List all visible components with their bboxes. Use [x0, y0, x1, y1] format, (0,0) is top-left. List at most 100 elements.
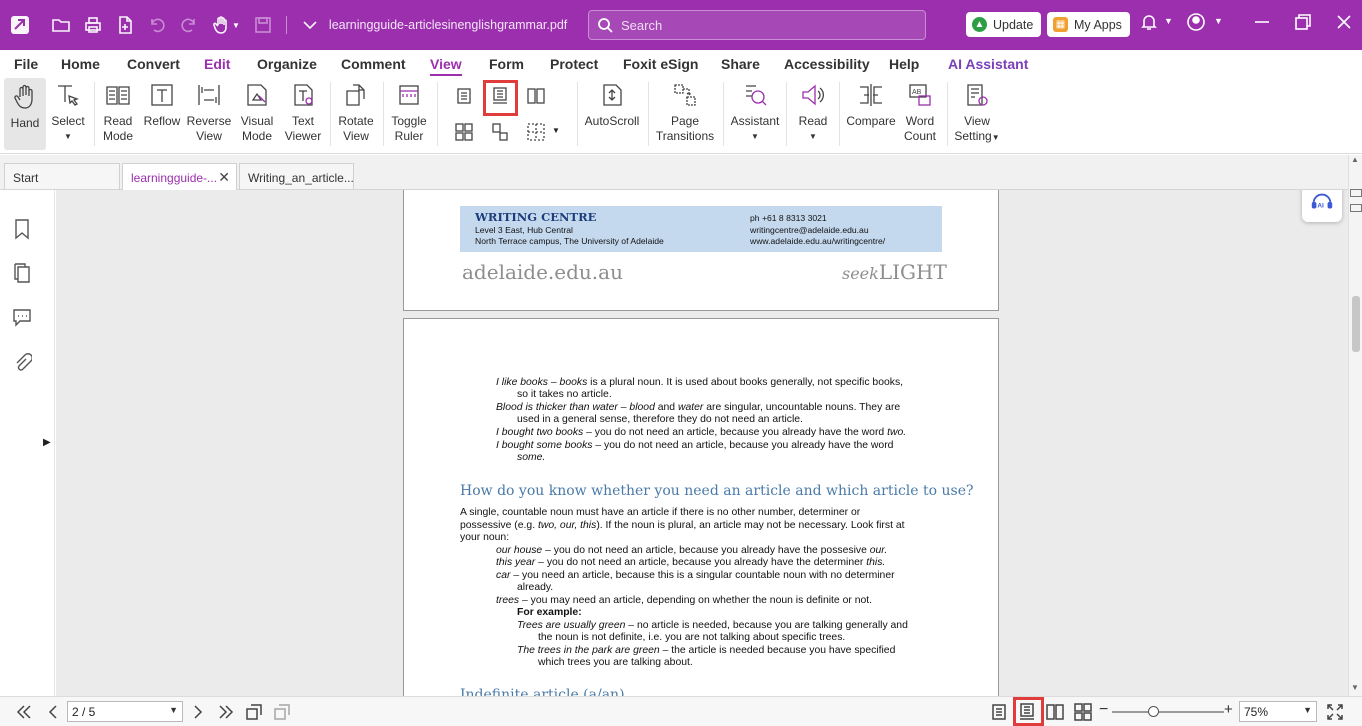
rotate-view-button[interactable]: Rotate View: [335, 76, 377, 144]
next-page-icon[interactable]: [189, 703, 207, 721]
two-page-continuous-icon[interactable]: [455, 123, 475, 143]
comments-icon[interactable]: [12, 306, 32, 328]
menu-comment[interactable]: Comment: [341, 56, 406, 76]
read-mode-button[interactable]: Read Mode: [100, 76, 136, 144]
panel-toggle-icon[interactable]: [1350, 189, 1362, 197]
attachment-icon[interactable]: [12, 352, 33, 374]
tab-start[interactable]: Start: [4, 163, 120, 189]
reverse-view-button[interactable]: Reverse View: [187, 76, 231, 144]
print-icon[interactable]: [84, 16, 102, 34]
ribbon-separator: [786, 82, 787, 146]
bookmark-icon[interactable]: [12, 218, 32, 240]
tab-learningguide[interactable]: learningguide-... ✕: [122, 163, 237, 191]
menu-help[interactable]: Help: [889, 56, 919, 76]
menu-home[interactable]: Home: [61, 56, 100, 76]
expand-panel-arrow-icon[interactable]: ▶: [43, 437, 51, 448]
search-box[interactable]: Search: [588, 10, 926, 40]
scroll-up-arrow-icon[interactable]: ▲: [1351, 155, 1359, 164]
zoom-level-select[interactable]: 75% ▼: [1239, 701, 1317, 722]
menu-foxit-esign[interactable]: Foxit eSign: [623, 56, 698, 76]
zoom-in-icon[interactable]: +: [1224, 701, 1233, 718]
redo-icon[interactable]: [180, 16, 198, 34]
hand-tool-button[interactable]: Hand: [4, 78, 46, 150]
continuous-facing-status-icon[interactable]: [1074, 703, 1092, 721]
select-tool-button[interactable]: Select ▼: [50, 76, 86, 144]
split-view-caret[interactable]: ▼: [552, 126, 560, 135]
close-window-icon[interactable]: [1335, 13, 1357, 35]
zoom-slider-track[interactable]: [1112, 711, 1224, 713]
view-setting-button[interactable]: View Setting▼: [953, 76, 1001, 145]
next-view-icon[interactable]: [273, 703, 291, 721]
zoom-slider-thumb[interactable]: [1148, 706, 1159, 717]
close-tab-icon[interactable]: ✕: [218, 169, 230, 186]
read-aloud-button[interactable]: Read ▼: [793, 76, 833, 144]
fullscreen-icon[interactable]: [1326, 703, 1344, 721]
menu-form[interactable]: Form: [489, 56, 524, 76]
menu-share[interactable]: Share: [721, 56, 760, 76]
adelaide-domain: adelaide.edu.au: [462, 260, 623, 284]
menu-protect[interactable]: Protect: [550, 56, 598, 76]
facing-status-icon[interactable]: [1046, 703, 1064, 721]
zoom-dropdown-caret[interactable]: ▼: [1303, 705, 1312, 715]
example-line: I bought some books – you do not need an…: [496, 440, 894, 451]
first-page-icon[interactable]: [15, 703, 33, 721]
ai-assistant-float-button[interactable]: AI: [1302, 190, 1342, 222]
menu-edit[interactable]: Edit: [204, 56, 230, 76]
previous-page-icon[interactable]: [44, 703, 62, 721]
example-line: Trees are usually green – no article is …: [517, 620, 908, 631]
account-dropdown-caret[interactable]: ▼: [1214, 16, 1236, 38]
page-transitions-button[interactable]: Page Transitions: [653, 76, 717, 144]
scroll-thumb[interactable]: [1352, 296, 1360, 352]
panel-toggle-icon-2[interactable]: [1350, 204, 1362, 212]
single-page-icon[interactable]: [455, 87, 475, 107]
reflow-button[interactable]: Reflow: [142, 76, 182, 129]
visual-mode-button[interactable]: Visual Mode: [236, 76, 278, 144]
autoscroll-button[interactable]: AutoScroll: [583, 76, 641, 129]
two-page-icon[interactable]: [527, 87, 547, 107]
view-ribbon: Hand Select ▼ Read Mode Reflow Reverse V…: [0, 76, 1362, 154]
my-apps-button[interactable]: ▦ My Apps: [1047, 12, 1130, 37]
example-line: this year – you do not need an article, …: [496, 557, 886, 568]
read-mode-label-1: Read: [103, 114, 133, 128]
new-document-icon[interactable]: [116, 16, 134, 34]
restore-icon[interactable]: [1294, 13, 1316, 35]
split-view-icon[interactable]: [527, 123, 547, 143]
writing-centre-title: WRITING CENTRE: [475, 210, 597, 224]
pages-thumbnail-icon[interactable]: [12, 262, 32, 284]
bell-dropdown-caret[interactable]: ▼: [1164, 16, 1186, 38]
menu-ai-assistant[interactable]: AI Assistant: [948, 56, 1028, 76]
vertical-scrollbar[interactable]: ▲ ▼: [1348, 155, 1362, 696]
file-dropdown-icon[interactable]: [301, 16, 319, 34]
undo-icon[interactable]: [148, 16, 166, 34]
toggle-ruler-button[interactable]: Toggle Ruler: [388, 76, 430, 144]
scroll-down-arrow-icon[interactable]: ▼: [1351, 683, 1359, 692]
hand-dropdown-caret[interactable]: ▼: [232, 21, 240, 30]
zoom-out-icon[interactable]: −: [1099, 701, 1108, 719]
open-folder-icon[interactable]: [52, 16, 70, 34]
menu-file[interactable]: File: [14, 56, 38, 76]
menu-view[interactable]: View: [430, 56, 462, 76]
last-page-icon[interactable]: [217, 703, 235, 721]
notification-bell-icon[interactable]: [1140, 13, 1162, 35]
single-page-status-icon[interactable]: [990, 703, 1008, 721]
update-button[interactable]: ▲ Update: [966, 12, 1042, 37]
menu-convert[interactable]: Convert: [127, 56, 180, 76]
text-viewer-button[interactable]: Text Viewer: [283, 76, 323, 144]
tab-writing-article[interactable]: Writing_an_article...: [239, 163, 354, 189]
page-number-input[interactable]: 2 / 5 ▼: [67, 701, 183, 722]
minimize-icon[interactable]: [1253, 13, 1275, 35]
account-icon[interactable]: [1187, 13, 1209, 35]
hand-tool-quick-icon[interactable]: [212, 16, 230, 34]
previous-view-icon[interactable]: [245, 703, 263, 721]
ribbon-separator: [383, 82, 384, 146]
assistant-button[interactable]: Assistant ▼: [729, 76, 781, 144]
separate-cover-icon[interactable]: [491, 123, 511, 143]
compare-button[interactable]: Compare: [845, 76, 897, 129]
document-viewport[interactable]: WRITING CENTRE Level 3 East, Hub Central…: [56, 190, 1348, 696]
reflow-icon: [148, 80, 176, 110]
save-icon[interactable]: [254, 16, 272, 34]
page-dropdown-caret[interactable]: ▼: [169, 705, 178, 715]
menu-accessibility[interactable]: Accessibility: [784, 56, 870, 76]
menu-organize[interactable]: Organize: [257, 56, 317, 76]
word-count-button[interactable]: AB Word Count: [900, 76, 940, 144]
